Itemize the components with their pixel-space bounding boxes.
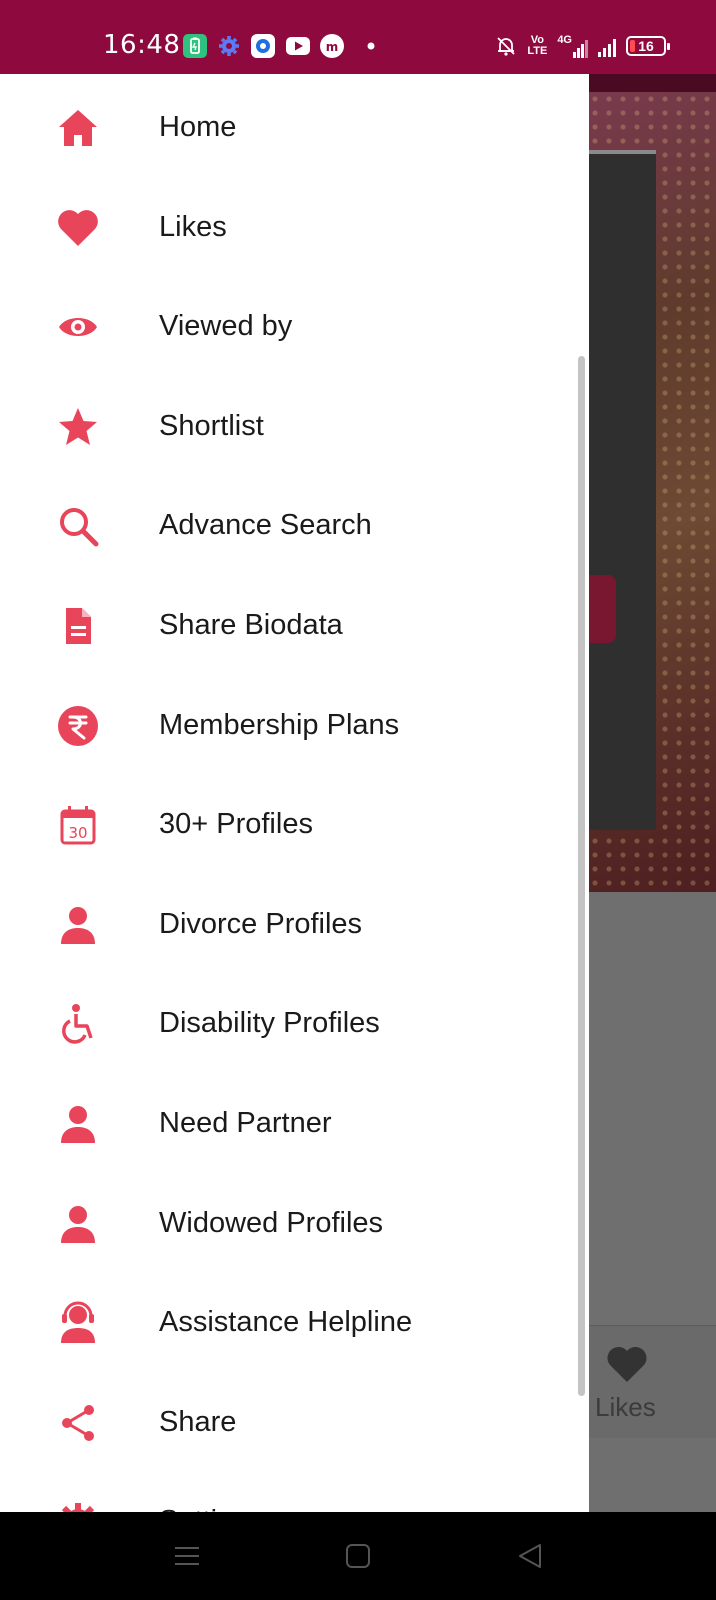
heart-icon	[56, 206, 100, 250]
back-triangle-icon[interactable]	[510, 1536, 550, 1576]
navigation-drawer: Home Likes Viewed by Shortlist Advance Searc…	[0, 74, 589, 1512]
search-icon	[56, 504, 100, 548]
drawer-item-membership-plans[interactable]: Membership Plans	[0, 676, 570, 775]
drawer-item-share[interactable]: Share	[0, 1373, 570, 1472]
app-icon: m	[319, 33, 345, 59]
drawer-item-label: Widowed Profiles	[159, 1206, 384, 1239]
drawer-item-label: Assistance Helpline	[159, 1306, 413, 1339]
drawer-item-label: Share	[159, 1405, 237, 1438]
mute-bell-icon	[495, 35, 517, 57]
heart-icon[interactable]	[606, 1345, 648, 1383]
home-square-icon[interactable]	[338, 1536, 378, 1576]
drawer-item-home[interactable]: Home	[0, 78, 570, 177]
headset-person-icon	[56, 1301, 100, 1345]
dot-icon	[360, 33, 386, 59]
drawer-item-assistance-helpline[interactable]: Assistance Helpline	[0, 1273, 570, 1372]
battery-saver-icon	[182, 33, 208, 59]
drawer-item-label: Home	[159, 111, 237, 143]
eye-icon	[56, 305, 100, 349]
status-bar: 16:48 m Vo LTE 4G 16	[0, 0, 716, 74]
drawer-item-widowed-profiles[interactable]: Widowed Profiles	[0, 1174, 570, 1273]
drawer-item-viewed-by[interactable]: Viewed by	[0, 277, 570, 376]
drawer-item-label: Setti	[159, 1505, 217, 1512]
status-right: Vo LTE 4G 16	[495, 32, 670, 60]
calendar-30-icon: 30	[56, 803, 100, 847]
drawer-item-share-biodata[interactable]: Share Biodata	[0, 576, 570, 675]
settings-icon	[56, 1500, 100, 1512]
drawer-item-label: Shortlist	[159, 409, 264, 442]
youtube-icon	[285, 33, 311, 59]
drawer-item-likes[interactable]: Likes	[0, 178, 570, 277]
drawer-item-shortlist[interactable]: Shortlist	[0, 377, 570, 476]
settings-gear-icon	[216, 33, 242, 59]
drawer-item-label: 30+ Profiles	[159, 808, 313, 841]
drawer-item-label: Likes	[159, 210, 227, 243]
menu-icon[interactable]	[167, 1536, 207, 1576]
drawer-item-need-partner[interactable]: Need Partner	[0, 1074, 570, 1173]
drawer-item-label: Membership Plans	[159, 708, 400, 741]
drawer-item-label: Advance Search	[159, 509, 372, 542]
drawer-scrollbar[interactable]	[578, 356, 585, 1396]
star-icon	[56, 405, 100, 449]
svg-text:30: 30	[68, 824, 87, 842]
document-icon	[56, 604, 100, 648]
volte-icon: Vo LTE	[527, 34, 548, 57]
drawer-item-divorce-profiles[interactable]: Divorce Profiles	[0, 875, 570, 974]
rupee-icon	[56, 704, 100, 748]
drawer-item-label: Disability Profiles	[159, 1007, 380, 1040]
drawer-item-advance-search[interactable]: Advance Search	[0, 476, 570, 575]
home-icon	[56, 106, 100, 150]
wheelchair-icon	[56, 1002, 100, 1046]
browser-icon	[250, 33, 276, 59]
drawer-item-label: Share Biodata	[159, 609, 343, 641]
system-nav-bar	[0, 1512, 716, 1600]
status-time: 16:48	[103, 30, 181, 60]
person-icon	[56, 903, 100, 947]
share-icon	[56, 1401, 100, 1445]
drawer-item-30-profiles[interactable]: 30 30+ Profiles	[0, 775, 570, 874]
drawer-item-label: Divorce Profiles	[159, 907, 363, 940]
drawer-item-label: Viewed by	[159, 310, 293, 343]
svg-text:m: m	[326, 40, 339, 54]
drawer-item-disability-profiles[interactable]: Disability Profiles	[0, 974, 570, 1073]
signal-icon	[598, 35, 616, 57]
drawer-item-label: Need Partner	[159, 1107, 332, 1139]
battery-indicator: 16	[626, 36, 670, 56]
bottom-tab-likes[interactable]: Likes	[595, 1392, 656, 1423]
person-icon	[56, 1202, 100, 1246]
signal-4g-icon: 4G	[557, 34, 588, 58]
person-icon	[56, 1102, 100, 1146]
drawer-item-setti[interactable]: Setti	[0, 1472, 570, 1512]
